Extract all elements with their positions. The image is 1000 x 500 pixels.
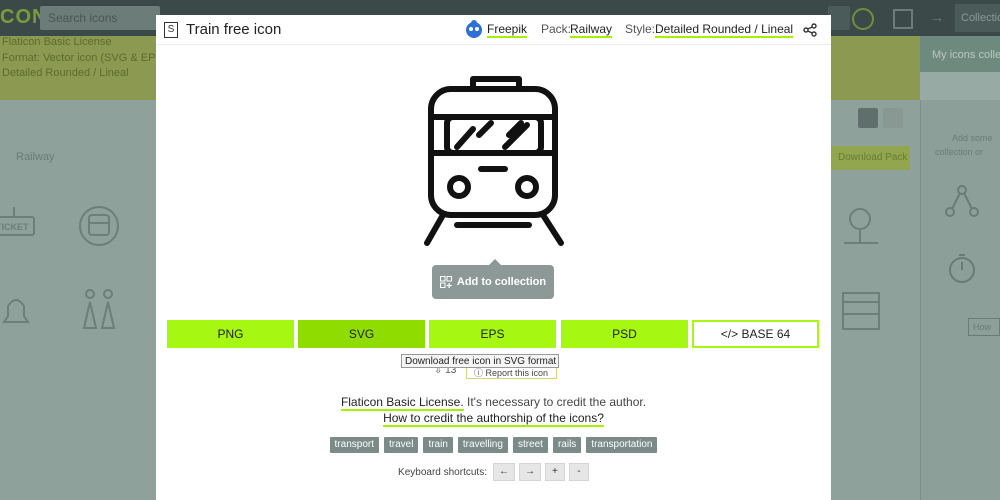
psd-download-button[interactable]: PSD (561, 320, 688, 348)
report-label: Report this icon (485, 368, 549, 378)
bell-icon[interactable] (0, 290, 32, 332)
stopwatch-icon (949, 254, 975, 283)
search-input[interactable]: Search icons (40, 6, 160, 30)
collections-button[interactable]: Collections (955, 4, 1000, 32)
add-to-collection-label: Add to collection (456, 276, 547, 288)
shortcut-key-left: ← (492, 463, 515, 481)
banner-line: Detailed Rounded / Lineal (2, 67, 129, 79)
tag-travelling[interactable]: travelling (457, 437, 508, 453)
shortcut-key-right: → (518, 463, 541, 481)
tag-list: transport travel train travelling street… (156, 437, 831, 453)
train-front-icon[interactable] (78, 205, 120, 247)
ticket-label: TICKET (0, 222, 29, 232)
credit-howto-link[interactable]: How to credit the authorship of the icon… (383, 411, 604, 427)
tag-rails[interactable]: rails (552, 437, 582, 453)
tag-transportation[interactable]: transportation (586, 437, 658, 453)
pack-link[interactable]: Railway (570, 22, 613, 38)
license-note: It's necessary to credit the author. (463, 395, 647, 409)
my-icons-collection-header[interactable]: My icons collection (920, 36, 1000, 72)
report-icon: ⓘ (474, 368, 484, 378)
sidebar-tabs[interactable] (920, 72, 1000, 100)
banner-line: Flaticon Basic License (2, 36, 112, 48)
shortcut-key-plus: + (544, 463, 565, 481)
signal-icon[interactable] (840, 205, 882, 247)
png-download-button[interactable]: PNG (167, 320, 294, 348)
freepik-avatar-icon[interactable] (464, 19, 484, 39)
user-avatar-icon[interactable] (852, 8, 874, 30)
style-link[interactable]: Detailed Rounded / Lineal (655, 22, 794, 38)
pack-label: Pack: (541, 22, 572, 36)
download-pack-button[interactable]: Download Pack (830, 146, 910, 170)
people-icon[interactable] (78, 288, 120, 334)
list-view-icon[interactable] (858, 108, 878, 128)
tag-transport[interactable]: transport (329, 437, 379, 453)
apps-grid-icon[interactable] (893, 9, 913, 29)
collection-add-icon (439, 276, 452, 288)
arrow-right-icon[interactable]: → (930, 9, 944, 25)
modal-header: S Train free icon Freepik Pack: Railway … (156, 15, 831, 45)
svg-download-button[interactable]: SVG (298, 320, 425, 348)
license-text: Flaticon Basic License. It's necessary t… (156, 395, 831, 411)
tag-street[interactable]: street (512, 437, 548, 453)
svg-download-tooltip: Download free icon in SVG format (401, 354, 559, 368)
ticket-icon[interactable]: TICKET (0, 205, 40, 245)
share-icon[interactable] (803, 23, 817, 37)
search-button[interactable] (828, 6, 850, 30)
modal-title: Train free icon (186, 21, 282, 38)
tag-travel[interactable]: travel (384, 437, 419, 453)
shortcut-key-minus: - (568, 463, 589, 481)
icon-detail-modal: S Train free icon Freepik Pack: Railway … (156, 15, 831, 500)
grid-view-icon[interactable] (883, 108, 903, 128)
keyboard-shortcuts: Keyboard shortcuts: ← → + - (156, 463, 831, 481)
sidebar-text: Add some (952, 133, 993, 143)
svg-badge-icon: S (164, 22, 178, 38)
sidebar-howto-button[interactable]: How to (968, 318, 1000, 336)
style-label: Style: (625, 22, 656, 36)
license-link[interactable]: Flaticon Basic License. (340, 395, 464, 411)
base64-button[interactable]: </> BASE 64 (692, 320, 819, 348)
share-nodes-icon (945, 185, 979, 217)
add-to-collection-button[interactable]: Add to collection (432, 259, 554, 299)
station-board-icon[interactable] (840, 290, 882, 332)
sidebar-text: collection or (935, 147, 984, 157)
breadcrumb-railway[interactable]: Railway (16, 151, 55, 163)
credit-howto-row: How to credit the authorship of the icon… (156, 411, 831, 427)
tag-train[interactable]: train (423, 437, 453, 453)
shortcuts-label: Keyboard shortcuts: (398, 466, 487, 478)
eps-download-button[interactable]: EPS (429, 320, 556, 348)
train-icon-preview (424, 76, 564, 246)
author-link[interactable]: Freepik (487, 22, 528, 38)
